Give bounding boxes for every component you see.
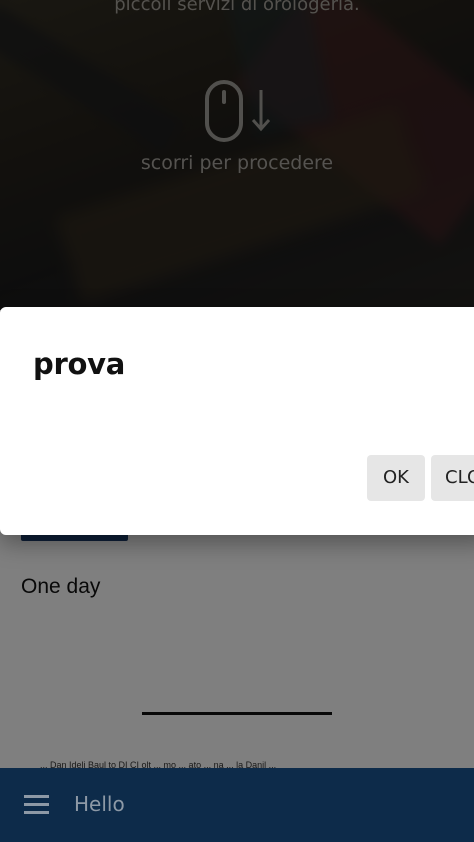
bottom-app-bar bbox=[0, 768, 474, 842]
dialog: prova OK CLOSE bbox=[0, 307, 474, 535]
app-title: Hello bbox=[74, 792, 125, 816]
ok-button[interactable]: OK bbox=[367, 455, 425, 501]
app-screen: piccoli servizi di orologeria. scorri pe… bbox=[0, 0, 474, 842]
hamburger-menu-icon[interactable] bbox=[24, 795, 49, 815]
close-button[interactable]: CLOSE bbox=[431, 455, 474, 501]
dialog-title: prova bbox=[33, 347, 125, 381]
